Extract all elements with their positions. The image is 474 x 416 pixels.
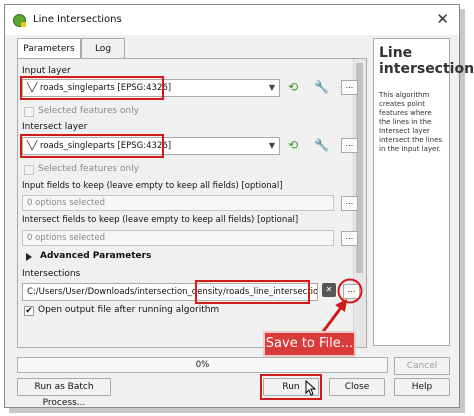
help-title: Line intersections [379, 45, 474, 77]
cursor-icon [305, 380, 317, 396]
help-body: This algorithm creates point features wh… [379, 91, 443, 153]
help-button[interactable]: Help [394, 378, 450, 396]
run-batch-button[interactable]: Run as Batch Process... [17, 378, 111, 408]
cancel-button[interactable]: Cancel [394, 357, 450, 375]
save-to-file-callout: Save to File... [263, 331, 356, 357]
close-button[interactable]: Close [329, 378, 385, 396]
help-panel: Line intersections This algorithm create… [373, 38, 474, 346]
progress-bar: 0% [17, 357, 388, 373]
